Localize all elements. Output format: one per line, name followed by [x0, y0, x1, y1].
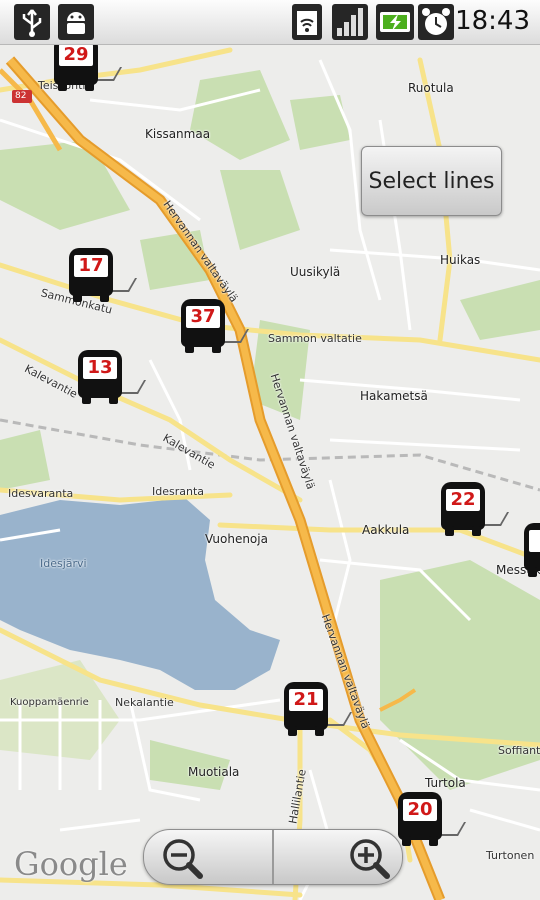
zoom-controls — [143, 829, 403, 885]
bus-line-number: 37 — [186, 306, 220, 328]
lake-idesjarvi: Idesjärvi — [40, 557, 87, 570]
area-aakkula: Aakkula — [362, 523, 410, 537]
area-hakametsa: Hakametsä — [360, 389, 428, 403]
area-turtola: Turtola — [425, 776, 466, 790]
area-uusikyla: Uusikylä — [290, 265, 341, 279]
select-lines-button[interactable]: Select lines — [361, 146, 502, 216]
bus-line-number: 29 — [59, 45, 93, 66]
zoom-in-button[interactable] — [274, 830, 402, 884]
bus-marker-17[interactable]: 17 — [69, 248, 138, 304]
area-kissanmaa: Kissanmaa — [145, 127, 211, 141]
area-turtonen: Turtonen — [486, 849, 535, 862]
signal-icon — [332, 4, 368, 40]
zoom-out-button[interactable] — [144, 830, 272, 884]
zoom-out-icon — [163, 839, 203, 879]
bus-marker-21[interactable]: 21 — [284, 682, 353, 738]
bus-line-number: 22 — [446, 489, 480, 511]
wifi-icon — [292, 4, 322, 40]
alarm-icon — [418, 4, 454, 40]
bus-line-number: 20 — [403, 799, 437, 821]
street-kuoppamaenrie: Kuoppamäenrie — [10, 697, 89, 708]
street-idesranta: Idesranta — [152, 485, 205, 498]
street-nekalantie: Nekalantie — [115, 696, 174, 709]
route-82-label: 82 — [15, 91, 27, 101]
bus-line-number: 13 — [83, 357, 117, 379]
bus-marker-37[interactable]: 37 — [181, 299, 250, 355]
status-bar: 18:43 — [0, 0, 540, 45]
zoom-in-icon — [350, 839, 390, 879]
bus-marker-22[interactable]: 22 — [441, 482, 510, 538]
street-sammon-valtatie: Sammon valtatie — [268, 332, 362, 345]
street-soffiantie: Soffiantie — [498, 744, 540, 757]
google-logo: Google — [14, 845, 128, 883]
battery-charging-icon — [376, 4, 414, 40]
bus-marker-1[interactable]: 1 — [524, 523, 540, 579]
bus-marker-29[interactable]: 29 — [54, 45, 123, 93]
area-ruotula: Ruotula — [408, 81, 454, 95]
bus-marker-13[interactable]: 13 — [78, 350, 147, 406]
status-clock: 18:43 — [455, 6, 530, 36]
bus-line-number: 1 — [529, 530, 540, 552]
street-idesvaranta: Idesvaranta — [8, 487, 74, 500]
area-vuohenoja: Vuohenoja — [205, 532, 268, 546]
bus-line-number: 17 — [74, 255, 108, 277]
bus-line-number: 21 — [289, 689, 323, 711]
area-huikas: Huikas — [440, 253, 481, 267]
bus-marker-20[interactable]: 20 — [398, 792, 467, 848]
usb-icon — [14, 4, 50, 40]
area-muotiala: Muotiala — [188, 765, 240, 779]
android-debug-icon — [58, 4, 94, 40]
